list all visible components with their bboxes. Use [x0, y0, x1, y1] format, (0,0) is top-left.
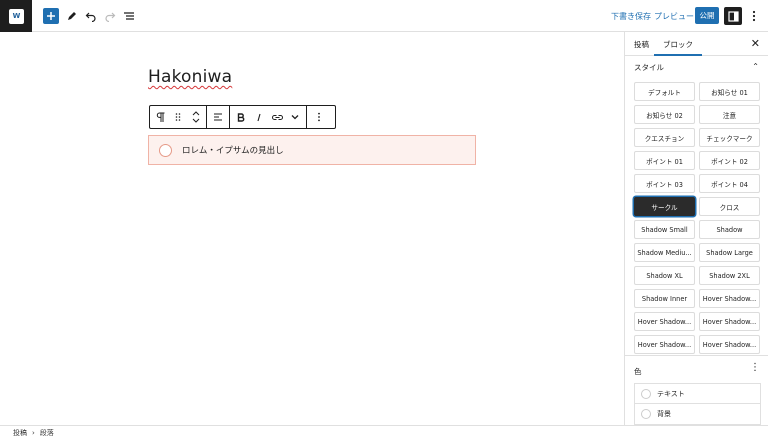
chevron-down-icon [291, 115, 299, 120]
circle-icon [159, 143, 172, 157]
undo-button[interactable] [83, 8, 99, 24]
bold-button[interactable] [232, 106, 250, 128]
preview-button[interactable]: プレビュー [654, 11, 694, 22]
style-notice-02[interactable]: お知らせ 02 [634, 105, 695, 124]
chevron-up-icon[interactable]: ⌃ [752, 62, 759, 71]
tools-button[interactable] [64, 8, 80, 24]
color-swatch-icon [641, 409, 651, 419]
color-item-label: 背景 [657, 410, 671, 418]
redo-icon [105, 12, 116, 22]
heading-block[interactable]: ロレム・イプサムの見出し [148, 135, 476, 165]
link-button[interactable] [268, 106, 286, 128]
styles-panel-title[interactable]: スタイル [634, 62, 760, 73]
block-type-group [150, 106, 207, 128]
style-hover-shadow-3[interactable]: Hover Shadow... [699, 312, 760, 331]
style-shadow[interactable]: Shadow [699, 220, 760, 239]
style-default[interactable]: デフォルト [634, 82, 695, 101]
tab-post[interactable]: 投稿 [634, 39, 649, 50]
publish-button[interactable]: 公開 [695, 7, 719, 24]
settings-toggle-button[interactable] [724, 7, 742, 25]
options-group [307, 106, 331, 128]
style-point-04[interactable]: ポイント 04 [699, 174, 760, 193]
close-icon[interactable]: ✕ [751, 37, 760, 50]
editor-canvas[interactable]: Hakoniwa ロレム・イプサムの見出し [0, 32, 624, 425]
color-item-text[interactable]: テキスト [635, 384, 760, 404]
more-vertical-icon [752, 10, 756, 22]
style-shadow-xl[interactable]: Shadow XL [634, 266, 695, 285]
style-checkmark[interactable]: チェックマーク [699, 128, 760, 147]
italic-icon [257, 113, 261, 121]
style-hover-shadow-5[interactable]: Hover Shadow... [699, 335, 760, 354]
logo-mark: W [8, 8, 24, 24]
block-type-button[interactable] [151, 106, 169, 128]
save-draft-button[interactable]: 下書き保存 [611, 11, 651, 22]
style-point-02[interactable]: ポイント 02 [699, 151, 760, 170]
color-panel-title: 色 [634, 367, 642, 376]
format-group [230, 106, 307, 128]
pencil-icon [68, 12, 76, 20]
style-shadow-medium[interactable]: Shadow Mediu... [634, 243, 695, 262]
block-breadcrumb: 投稿 › 段落 [0, 425, 768, 439]
block-toolbar [149, 105, 336, 129]
list-view-icon [124, 12, 134, 20]
color-panel: 色 ⋮ テキスト 背景 [625, 355, 768, 425]
paragraph-icon [156, 112, 164, 122]
sidebar-tabs: 投稿 ブロック ✕ [625, 32, 768, 56]
style-question[interactable]: クエスチョン [634, 128, 695, 147]
italic-button[interactable] [250, 106, 268, 128]
style-variations: デフォルト お知らせ 01 お知らせ 02 注意 クエスチョン チェックマーク … [634, 82, 761, 354]
style-point-03[interactable]: ポイント 03 [634, 174, 695, 193]
align-left-icon [214, 113, 222, 121]
chevron-right-icon: › [32, 428, 35, 437]
options-button[interactable] [746, 8, 762, 24]
add-block-button[interactable] [43, 8, 59, 24]
breadcrumb-paragraph[interactable]: 段落 [40, 428, 54, 438]
breadcrumb-post[interactable]: 投稿 [13, 428, 27, 438]
color-settings-list: テキスト 背景 [634, 383, 761, 425]
document-overview-button[interactable] [121, 8, 137, 24]
editor-header: W 下書き保存 プレビュー 公開 [0, 0, 768, 32]
style-cross[interactable]: クロス [699, 197, 760, 216]
style-shadow-small[interactable]: Shadow Small [634, 220, 695, 239]
link-icon [271, 114, 283, 120]
settings-sidebar: 投稿 ブロック ✕ スタイル ⌃ デフォルト お知らせ 01 お知らせ 02 注… [624, 32, 768, 425]
style-hover-shadow-1[interactable]: Hover Shadow... [699, 289, 760, 308]
color-swatch-icon [641, 388, 651, 399]
drag-handle[interactable] [169, 106, 187, 128]
plus-icon [47, 12, 55, 20]
heading-text[interactable]: ロレム・イプサムの見出し [182, 144, 284, 156]
color-item-label: テキスト [657, 389, 685, 398]
style-shadow-2xl[interactable]: Shadow 2XL [699, 266, 760, 285]
sidebar-icon [727, 10, 739, 22]
move-button[interactable] [187, 106, 205, 128]
style-hover-shadow-4[interactable]: Hover Shadow... [634, 335, 695, 354]
tab-block[interactable]: ブロック [654, 39, 702, 56]
style-notice-01[interactable]: お知らせ 01 [699, 82, 760, 101]
style-circle[interactable]: サークル [634, 197, 695, 216]
bold-icon [237, 112, 245, 122]
more-vertical-icon [318, 112, 320, 122]
align-button[interactable] [208, 106, 228, 128]
style-hover-shadow-2[interactable]: Hover Shadow... [634, 312, 695, 331]
style-shadow-large[interactable]: Shadow Large [699, 243, 760, 262]
post-title[interactable]: Hakoniwa [148, 67, 232, 87]
redo-button[interactable] [102, 8, 118, 24]
chevron-up-down-icon [192, 111, 200, 123]
more-formats-button[interactable] [286, 106, 304, 128]
style-caution[interactable]: 注意 [699, 105, 760, 124]
undo-icon [85, 12, 96, 22]
color-item-background[interactable]: 背景 [635, 404, 760, 424]
drag-icon [175, 113, 181, 121]
block-options-button[interactable] [310, 106, 328, 128]
more-vertical-icon[interactable]: ⋮ [750, 362, 760, 373]
style-shadow-inner[interactable]: Shadow Inner [634, 289, 695, 308]
align-group [207, 106, 230, 128]
site-logo[interactable]: W [0, 0, 32, 32]
style-point-01[interactable]: ポイント 01 [634, 151, 695, 170]
